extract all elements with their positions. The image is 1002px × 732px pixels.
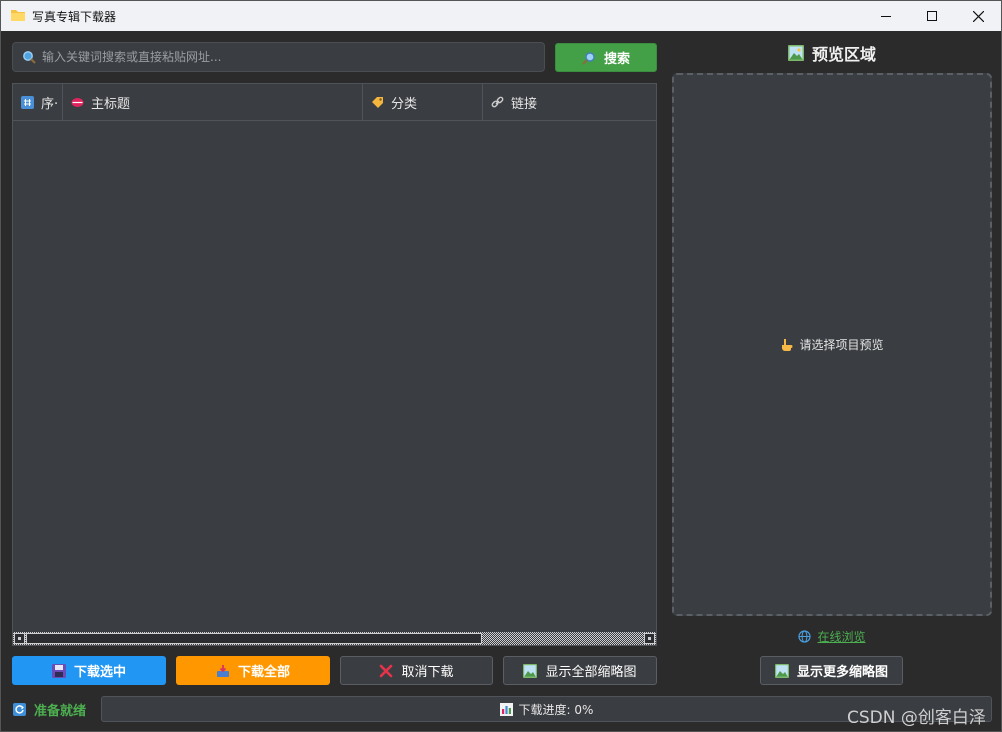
progress-label: 下载进度: 0% — [518, 702, 594, 717]
scrollbar-thumb[interactable] — [26, 633, 482, 644]
preview-area: 请选择项目预览 — [672, 73, 992, 616]
show-more-thumbnails-button[interactable]: 显示更多缩略图 — [760, 656, 903, 685]
picture-icon — [787, 45, 804, 61]
link-icon — [491, 96, 504, 108]
table-header: 序· 主标题 分类 链接 — [13, 84, 656, 121]
close-button[interactable] — [955, 1, 1001, 31]
search-box[interactable] — [12, 42, 545, 72]
status-text: 准备就绪 — [34, 704, 87, 719]
search-button-label: 搜索 — [603, 52, 630, 67]
inbox-tray-icon — [216, 664, 229, 677]
hash-icon — [21, 96, 34, 109]
maximize-icon — [927, 11, 937, 21]
scroll-left-arrow[interactable] — [14, 633, 25, 644]
results-table[interactable]: 序· 主标题 分类 链接 — [12, 83, 657, 646]
magnifier-icon — [582, 51, 595, 65]
minimize-button[interactable] — [863, 1, 909, 31]
show-all-thumbnails-label: 显示全部缩略图 — [545, 665, 637, 680]
globe-icon — [798, 630, 812, 643]
folder-icon — [11, 10, 25, 21]
column-label: 主标题 — [91, 97, 131, 112]
tag-icon — [372, 97, 383, 108]
title-bar: 写真专辑下载器 — [1, 1, 1001, 31]
column-header-link[interactable]: 链接 — [483, 84, 656, 121]
preview-heading: 预览区域 — [672, 41, 992, 65]
app-window: 写真专辑下载器 搜索 序· 主标题 — [0, 0, 1002, 732]
pointing-hand-icon — [782, 338, 793, 351]
preview-hint: 请选择项目预览 — [780, 336, 884, 353]
minimize-icon — [881, 15, 891, 17]
download-selected-label: 下载选中 — [73, 665, 126, 680]
watermark: CSDN @创客白泽 — [847, 708, 986, 728]
status-indicator: 准备就绪 — [13, 700, 86, 719]
search-button[interactable]: 搜索 — [555, 43, 657, 72]
search-input[interactable] — [42, 50, 522, 64]
maximize-button[interactable] — [909, 1, 955, 31]
preview-title: 预览区域 — [811, 45, 876, 64]
column-label: 序· — [41, 97, 59, 112]
bar-chart-icon — [499, 702, 513, 716]
lips-icon — [71, 98, 84, 107]
scroll-right-arrow[interactable] — [644, 633, 655, 644]
column-header-title[interactable]: 主标题 — [63, 84, 363, 121]
table-body — [13, 121, 656, 633]
download-selected-button[interactable]: 下载选中 — [12, 656, 166, 685]
refresh-icon — [13, 703, 26, 716]
online-browse-label: 在线浏览 — [817, 630, 866, 644]
show-all-thumbnails-button[interactable]: 显示全部缩略图 — [503, 656, 657, 685]
download-all-button[interactable]: 下载全部 — [176, 656, 330, 685]
floppy-disk-icon — [51, 663, 66, 678]
preview-hint-text: 请选择项目预览 — [799, 338, 884, 352]
cancel-download-button[interactable]: 取消下载 — [340, 656, 493, 685]
column-label: 分类 — [391, 97, 418, 112]
horizontal-scrollbar[interactable] — [13, 632, 656, 645]
column-label: 链接 — [511, 97, 538, 112]
column-header-category[interactable]: 分类 — [363, 84, 483, 121]
online-browse-link[interactable]: 在线浏览 — [672, 628, 992, 645]
cancel-download-label: 取消下载 — [401, 665, 454, 680]
column-header-index[interactable]: 序· — [13, 84, 63, 121]
show-more-thumbnails-label: 显示更多缩略图 — [796, 665, 888, 680]
close-icon — [972, 10, 984, 22]
download-all-label: 下载全部 — [237, 665, 290, 680]
picture-icon — [774, 663, 789, 678]
window-title: 写真专辑下载器 — [32, 10, 117, 24]
picture-icon — [523, 663, 538, 678]
search-icon — [23, 51, 36, 64]
cross-icon — [380, 664, 393, 677]
